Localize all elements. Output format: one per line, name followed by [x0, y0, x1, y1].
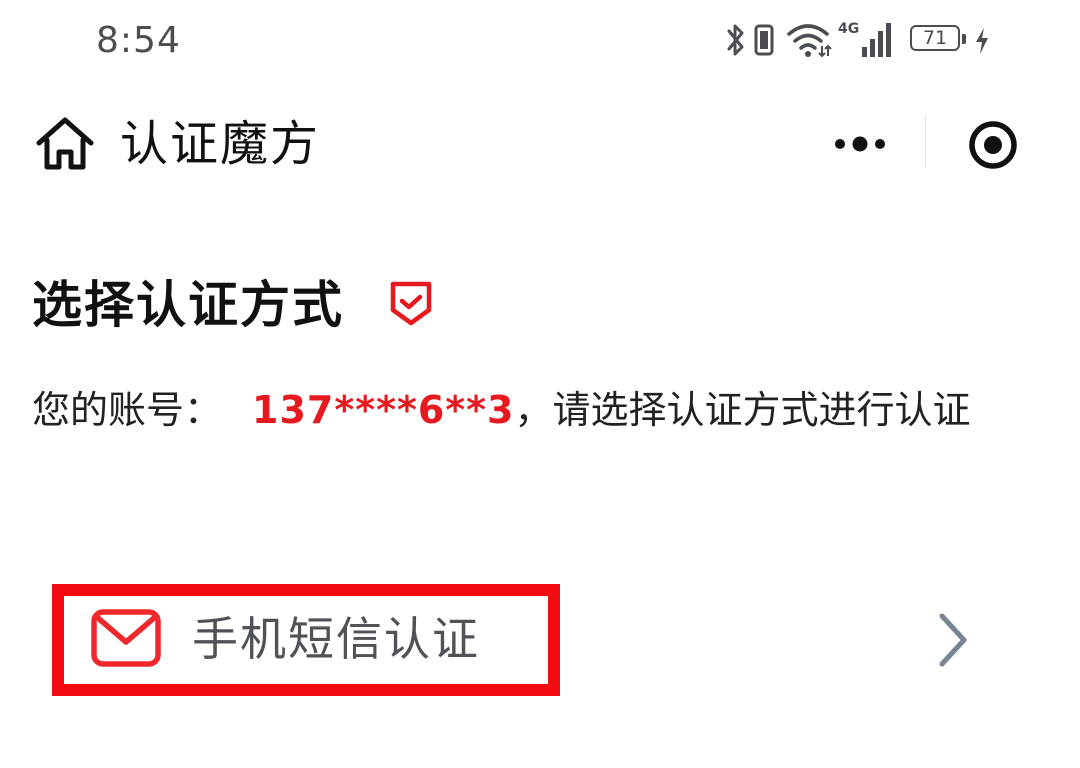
shield-icon	[390, 281, 432, 326]
signal-icon: 4G	[838, 21, 891, 57]
sms-auth-label: 手机短信认证	[192, 612, 480, 666]
home-icon[interactable]	[32, 114, 98, 174]
vibrate-icon	[754, 24, 774, 56]
chevron-right-icon	[939, 613, 967, 667]
account-instruction: ，请选择认证方式进行认证	[514, 388, 971, 432]
status-bar: 8:54 4G 71	[0, 0, 1080, 84]
account-label: 您的账号：	[32, 388, 223, 432]
nav-bar: 认证魔方	[0, 90, 1080, 200]
mail-icon	[91, 609, 161, 667]
charging-icon	[976, 28, 988, 54]
more-icon[interactable]	[826, 118, 896, 170]
section-title: 选择认证方式	[32, 276, 344, 334]
battery-icon: 71	[910, 25, 966, 55]
page-title: 认证魔方	[120, 116, 321, 172]
battery-level: 71	[922, 27, 948, 49]
status-time: 8:54	[96, 20, 181, 61]
wifi-icon	[787, 24, 832, 58]
close-icon[interactable]	[962, 114, 1024, 176]
network-type-label: 4G	[838, 21, 859, 37]
status-icons: 4G 71	[724, 18, 992, 62]
sms-auth-option[interactable]: 手机短信认证	[0, 584, 1080, 696]
bluetooth-icon	[727, 24, 744, 56]
account-phone: 137****6**3	[252, 388, 515, 432]
account-info: 您的账号： 137****6**3，请选择认证方式进行认证	[32, 384, 970, 436]
capsule-divider	[925, 116, 926, 168]
